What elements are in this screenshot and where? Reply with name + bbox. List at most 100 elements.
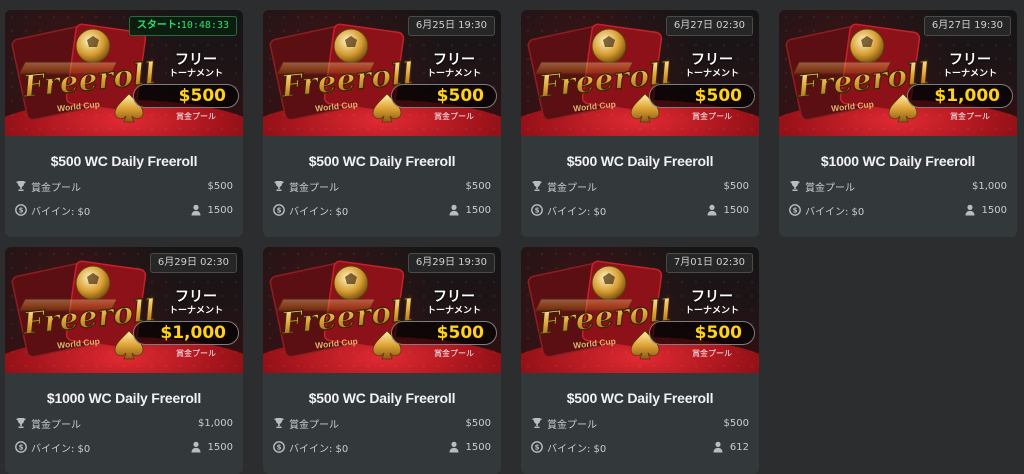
promo-amount: $1,000: [907, 84, 1013, 108]
trophy-icon: [532, 181, 542, 191]
badge-value: 6月27日 02:30: [673, 20, 745, 31]
trophy-icon: [16, 181, 26, 191]
tournament-card[interactable]: Freeroll World Cup 7月01日 02:30 フリー トーナメン…: [521, 247, 759, 474]
promo-line1: フリー: [691, 289, 733, 305]
prize-row: 賞金プール $1,000: [789, 178, 1007, 194]
prize-label: 賞金プール: [289, 182, 339, 194]
promo-amount: $500: [133, 84, 239, 108]
buyin-text: バイイン: $0: [547, 443, 607, 455]
tournament-banner: Freeroll World Cup 6月27日 02:30 フリー トーナメン…: [521, 10, 759, 136]
promo-text: フリー トーナメント $500 賞金プール: [649, 289, 757, 361]
promo-pool-label: 賞金プール: [434, 112, 474, 121]
prize-row: 賞金プール $500: [531, 178, 749, 194]
tournament-banner: Freeroll World Cup 6月29日 02:30 フリー トーナメン…: [5, 247, 243, 373]
prize-label: 賞金プール: [547, 182, 597, 194]
promo-text: フリー トーナメント $1,000 賞金プール: [907, 52, 1015, 124]
promo-amount: $500: [649, 321, 755, 345]
buyin-text: バイイン: $0: [289, 443, 349, 455]
trophy-icon: [274, 418, 284, 428]
promo-amount: $500: [649, 84, 755, 108]
promo-line1: フリー: [433, 52, 475, 68]
coin-icon: $: [789, 204, 801, 216]
prize-value: $500: [465, 180, 491, 192]
trophy-icon: [790, 181, 800, 191]
prize-row: 賞金プール $500: [15, 178, 233, 194]
promo-line1: フリー: [949, 52, 991, 68]
prize-row: 賞金プール $1,000: [15, 415, 233, 431]
freeroll-logo-art: Freeroll World Cup: [11, 23, 158, 123]
date-badge: 7月01日 02:30: [665, 253, 753, 273]
promo-amount: $1,000: [133, 321, 239, 345]
tournament-card[interactable]: Freeroll World Cup 6月29日 02:30 フリー トーナメン…: [5, 247, 243, 474]
promo-text: フリー トーナメント $500 賞金プール: [133, 52, 241, 124]
svg-text:$: $: [535, 207, 540, 215]
prize-row: 賞金プール $500: [273, 415, 491, 431]
freeroll-logo-art: Freeroll World Cup: [11, 260, 158, 360]
coin-icon: $: [531, 441, 543, 453]
freeroll-logo-art: Freeroll World Cup: [527, 23, 674, 123]
tournament-card[interactable]: Freeroll World Cup 6月27日 02:30 フリー トーナメン…: [521, 10, 759, 237]
freeroll-logo-art: Freeroll World Cup: [527, 260, 674, 360]
tournament-banner: Freeroll World Cup スタート:10:48:33 フリー トーナ…: [5, 10, 243, 136]
prize-label: 賞金プール: [805, 182, 855, 194]
buyin-text: バイイン: $0: [289, 206, 349, 218]
promo-amount: $500: [391, 84, 497, 108]
trophy-icon: [16, 418, 26, 428]
tournament-banner: Freeroll World Cup 7月01日 02:30 フリー トーナメン…: [521, 247, 759, 373]
promo-line2: トーナメント: [942, 69, 997, 79]
svg-text:$: $: [793, 207, 798, 215]
tournament-banner: Freeroll World Cup 6月27日 19:30 フリー トーナメン…: [779, 10, 1017, 136]
prize-row: 賞金プール $500: [273, 178, 491, 194]
promo-text: フリー トーナメント $500 賞金プール: [391, 289, 499, 361]
date-badge: 6月27日 19:30: [923, 16, 1011, 36]
coin-icon: $: [15, 204, 27, 216]
tournament-card[interactable]: Freeroll World Cup 6月25日 19:30 フリー トーナメン…: [263, 10, 501, 237]
prize-label: 賞金プール: [289, 419, 339, 431]
freeroll-logo-art: Freeroll World Cup: [785, 23, 932, 123]
players-count: 1500: [207, 204, 233, 216]
promo-line2: トーナメント: [426, 306, 481, 316]
promo-line2: トーナメント: [684, 306, 739, 316]
prize-value: $500: [207, 180, 233, 192]
buyin-row: $ バイイン: $0 1500: [273, 439, 491, 455]
person-icon: [449, 204, 459, 216]
buyin-row: $ バイイン: $0 1500: [15, 439, 233, 455]
trophy-icon: [274, 181, 284, 191]
person-icon: [713, 441, 723, 453]
date-badge: 6月29日 02:30: [149, 253, 237, 273]
promo-pool-label: 賞金プール: [176, 112, 216, 121]
tournament-card[interactable]: Freeroll World Cup 6月29日 19:30 フリー トーナメン…: [263, 247, 501, 474]
badge-value: 10:48:33: [180, 20, 229, 31]
promo-pool-label: 賞金プール: [176, 349, 216, 358]
promo-pool-label: 賞金プール: [950, 112, 990, 121]
tournament-card[interactable]: Freeroll World Cup 6月27日 19:30 フリー トーナメン…: [779, 10, 1017, 237]
players-count: 1500: [465, 441, 491, 453]
buyin-row: $ バイイン: $0 1500: [531, 202, 749, 218]
tournament-card[interactable]: Freeroll World Cup スタート:10:48:33 フリー トーナ…: [5, 10, 243, 237]
badge-value: 7月01日 02:30: [673, 257, 745, 268]
promo-pool-label: 賞金プール: [692, 349, 732, 358]
badge-value: 6月29日 02:30: [157, 257, 229, 268]
date-badge: 6月27日 02:30: [665, 16, 753, 36]
prize-value: $1,000: [972, 180, 1007, 192]
promo-line2: トーナメント: [426, 69, 481, 79]
buyin-text: バイイン: $0: [31, 443, 91, 455]
person-icon: [449, 441, 459, 453]
tournament-banner: Freeroll World Cup 6月25日 19:30 フリー トーナメン…: [263, 10, 501, 136]
promo-text: フリー トーナメント $500 賞金プール: [649, 52, 757, 124]
badge-value: 6月25日 19:30: [415, 20, 487, 31]
tournament-grid: Freeroll World Cup スタート:10:48:33 フリー トーナ…: [5, 10, 1017, 474]
buyin-row: $ バイイン: $0 1500: [789, 202, 1007, 218]
promo-pool-label: 賞金プール: [692, 112, 732, 121]
prize-label: 賞金プール: [31, 182, 81, 194]
prize-value: $500: [723, 417, 749, 429]
buyin-text: バイイン: $0: [31, 206, 91, 218]
svg-text:$: $: [535, 444, 540, 452]
coin-icon: $: [273, 204, 285, 216]
promo-pool-label: 賞金プール: [434, 349, 474, 358]
person-icon: [191, 441, 201, 453]
tournament-banner: Freeroll World Cup 6月29日 19:30 フリー トーナメン…: [263, 247, 501, 373]
players-count: 1500: [981, 204, 1007, 216]
buyin-row: $ バイイン: $0 612: [531, 439, 749, 455]
buyin-text: バイイン: $0: [547, 206, 607, 218]
